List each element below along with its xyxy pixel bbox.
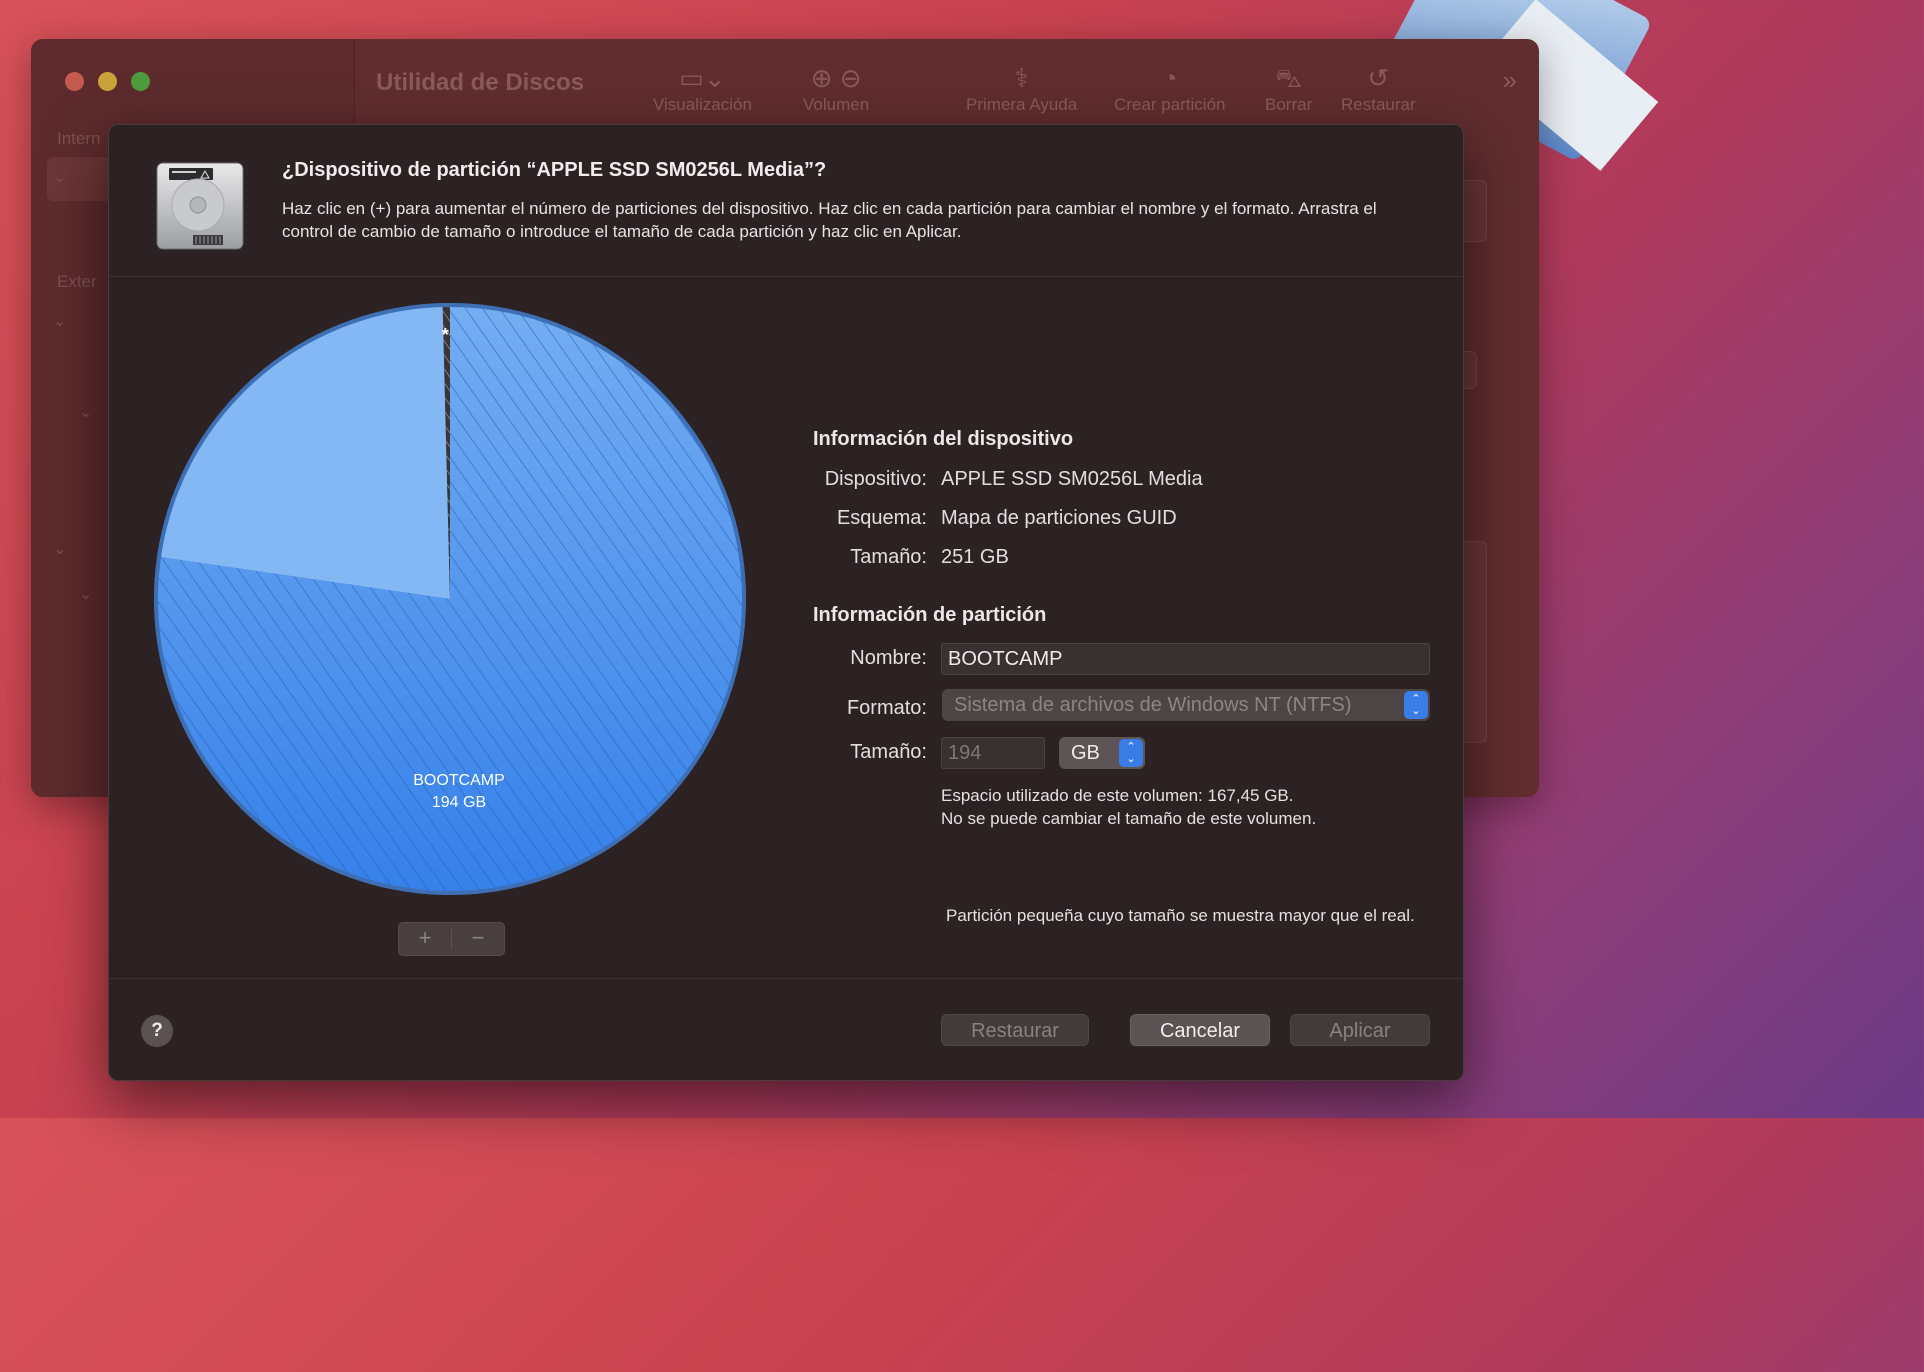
pie-slice-free[interactable]: [159, 305, 451, 599]
toolbar-label: Crear partición: [1114, 95, 1226, 114]
scheme-label-wrap: Esquema:: [809, 507, 927, 537]
toolbar-borrar[interactable]: ⛍ Borrar: [1265, 61, 1312, 115]
partition-name-field[interactable]: BOOTCAMP: [941, 643, 1430, 675]
format-select[interactable]: Sistema de archivos de Windows NT (NTFS)…: [942, 689, 1430, 721]
resize-note: No se puede cambiar el tamaño de este vo…: [941, 809, 1317, 828]
toolbar-label: Borrar: [1265, 95, 1313, 114]
toolbar-label: Volumen: [803, 95, 870, 114]
apply-button[interactable]: Aplicar: [1290, 1014, 1430, 1046]
toolbar-label: Visualización: [653, 95, 752, 114]
chevron-down-icon[interactable]: ⌄: [53, 539, 66, 559]
partition-name-label: BOOTCAMP: [413, 772, 505, 789]
device-size-value: 251 GB: [941, 546, 1009, 568]
cancel-button[interactable]: Cancelar: [1130, 1014, 1270, 1046]
hard-drive-icon: [156, 162, 244, 250]
chevron-down-icon[interactable]: ⌄: [79, 584, 92, 604]
format-label-wrap: Formato:: [809, 697, 927, 727]
device-info-heading: Información del dispositivo: [813, 428, 1074, 450]
device-value: APPLE SSD SM0256L Media: [941, 468, 1203, 490]
toolbar-label: Restaurar: [1341, 95, 1416, 114]
pie-partition-label: BOOTCAMP 194 GB: [379, 770, 539, 814]
size-label: Tamaño:: [850, 741, 927, 763]
select-stepper-icon: ⌃ ⌄: [1404, 691, 1428, 719]
scheme-value: Mapa de particiones GUID: [941, 507, 1177, 529]
sidebar-heading-internal: Intern: [57, 129, 101, 148]
dialog-description: Haz clic en (+) para aumentar el número …: [282, 199, 1377, 241]
size-unit-select[interactable]: GB ⌃ ⌄: [1059, 737, 1145, 769]
toolbar-volumen[interactable]: ⊕ ⊖ Volumen: [803, 61, 869, 115]
size-label-wrap: Tamaño:: [809, 741, 927, 771]
used-space-note: Espacio utilizado de este volumen: 167,4…: [941, 786, 1294, 805]
size-unit-value: GB: [1071, 742, 1100, 764]
small-partition-note: Partición pequeña cuyo tamaño se muestra…: [946, 906, 1415, 925]
device-label: Dispositivo:: [824, 468, 927, 490]
toolbar-visualizacion[interactable]: ▭⌄ Visualización: [653, 61, 752, 115]
partition-size-label: 194 GB: [431, 794, 487, 811]
close-window-button[interactable]: [65, 72, 84, 91]
toolbar-label: Primera Ayuda: [966, 95, 1078, 114]
pie-icon: ◔: [1161, 63, 1178, 93]
restore-button[interactable]: Restaurar: [941, 1014, 1089, 1046]
partition-dialog: ¿Dispositivo de partición “APPLE SSD SM0…: [108, 124, 1464, 1081]
scheme-label: Esquema:: [836, 507, 927, 529]
toolbar-overflow-icon[interactable]: »: [1503, 65, 1517, 96]
toolbar-crear-particion[interactable]: ◔ Crear partición: [1114, 61, 1226, 115]
car-icon: ⛍: [1275, 63, 1303, 93]
device-label-wrap: Dispositivo:: [809, 468, 927, 498]
plus-minus-icon: ⊕ ⊖: [810, 63, 862, 93]
chevron-down-icon[interactable]: ⌄: [79, 402, 92, 422]
partition-info-heading: Información de partición: [813, 604, 1047, 626]
add-partition-button[interactable]: +: [399, 923, 451, 955]
divider: [109, 978, 1463, 979]
help-button[interactable]: ?: [141, 1015, 173, 1047]
restore-icon: ↺: [1367, 63, 1390, 93]
chevron-down-icon[interactable]: ⌄: [53, 311, 66, 331]
dialog-title: ¿Dispositivo de partición “APPLE SSD SM0…: [282, 159, 827, 181]
device-size-label-wrap: Tamaño:: [809, 546, 927, 576]
remove-partition-button[interactable]: −: [452, 923, 504, 955]
toolbar-primera-ayuda[interactable]: ⚕ Primera Ayuda: [966, 61, 1077, 115]
chevron-down-icon[interactable]: ⌄: [53, 167, 66, 187]
format-label: Formato:: [846, 697, 927, 719]
device-size-label: Tamaño:: [850, 546, 927, 568]
stethoscope-icon: ⚕: [1014, 63, 1029, 93]
small-partition-marker: *: [442, 325, 449, 345]
dialog-header: ¿Dispositivo de partición “APPLE SSD SM0…: [109, 125, 1463, 277]
sidebar-heading-external: Exter: [57, 272, 97, 291]
minimize-window-button[interactable]: [98, 72, 117, 91]
sidebar-icon: ▭⌄: [679, 63, 726, 93]
name-label: Nombre:: [850, 647, 927, 669]
select-stepper-icon: ⌃ ⌄: [1119, 739, 1143, 767]
zoom-window-button[interactable]: [131, 72, 150, 91]
window-title: Utilidad de Discos: [376, 69, 585, 96]
format-select-value: Sistema de archivos de Windows NT (NTFS): [954, 694, 1352, 716]
toolbar-restaurar[interactable]: ↺ Restaurar: [1341, 61, 1416, 115]
partition-size-field[interactable]: 194: [941, 737, 1045, 769]
name-label-wrap: Nombre:: [809, 647, 927, 677]
add-remove-control: + −: [398, 922, 505, 956]
